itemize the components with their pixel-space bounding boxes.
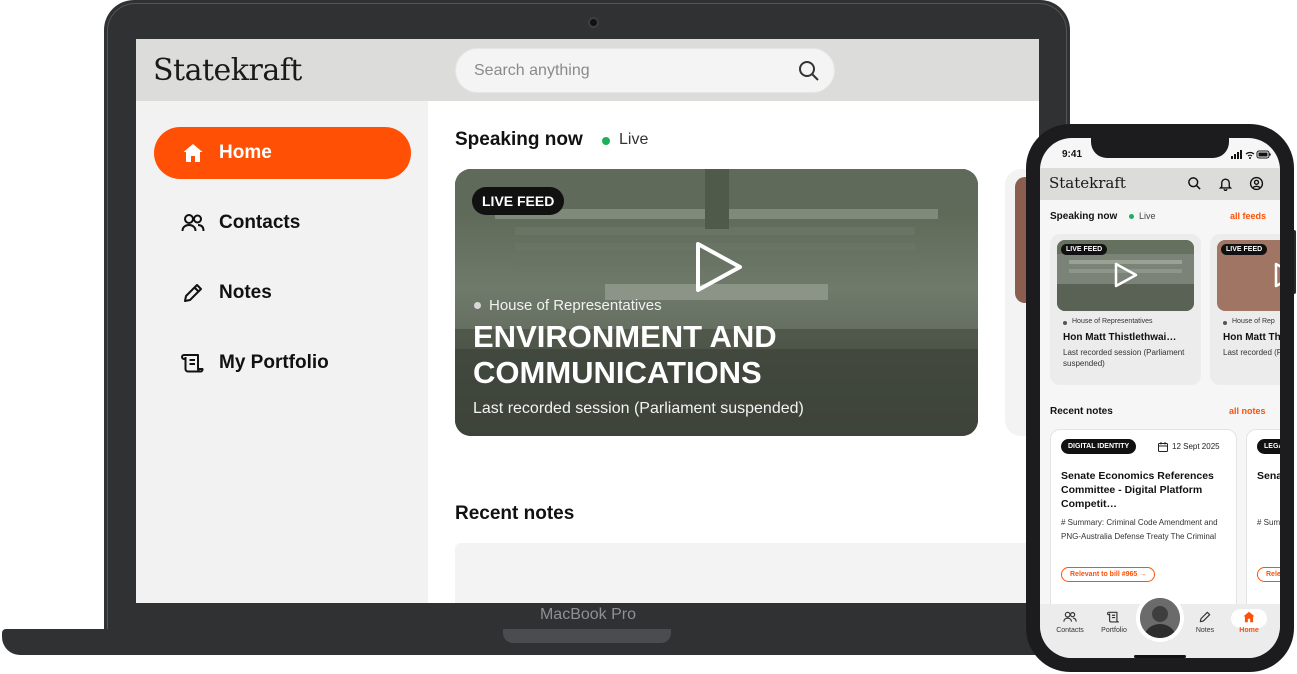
mobile-feed-card[interactable]: LIVE FEED House of Rep Hon Matt Th Last …	[1210, 234, 1280, 385]
live-feed-badge: LIVE FEED	[472, 187, 565, 215]
tab-label: Contacts	[1056, 627, 1084, 634]
tab-contacts[interactable]: Contacts	[1048, 610, 1092, 644]
contacts-icon	[1063, 611, 1077, 622]
mobile-speaking-title: Speaking now	[1050, 211, 1118, 222]
tab-label: Portfolio	[1101, 627, 1127, 634]
sidebar-item-label: Contacts	[219, 212, 301, 233]
house-label: House of Representatives	[489, 297, 662, 314]
sidebar-item-label: Notes	[219, 282, 272, 303]
calendar-icon	[1158, 442, 1168, 452]
avatar-photo	[1140, 598, 1180, 638]
note-card[interactable]: LEGA Sena Comr Legi # Sum Amen Defe Rele	[1246, 429, 1280, 614]
laptop-base-notch	[503, 629, 671, 643]
note-body: # Sum Amen Defe	[1257, 518, 1280, 527]
speaker-name: Hon Matt Thistlethwai…	[1063, 332, 1177, 343]
feed-title: ENVIRONMENT AND COMMUNICATIONS	[473, 319, 777, 390]
note-date: 12 Sept 2025	[1172, 442, 1220, 451]
pencil-icon	[1199, 611, 1211, 623]
bell-icon[interactable]	[1218, 176, 1233, 191]
search-input[interactable]: Search anything	[474, 62, 590, 80]
play-icon[interactable]	[1271, 261, 1280, 289]
house-label: House of Representatives	[1072, 318, 1153, 325]
sidebar-item-label: My Portfolio	[219, 352, 329, 373]
bill-relevance-pill[interactable]: Rele	[1257, 567, 1280, 582]
live-feed-badge: LIVE FEED	[1061, 244, 1108, 255]
contacts-icon	[181, 214, 205, 232]
sidebar-item-label: Home	[219, 142, 272, 163]
note-tag: LEGA	[1257, 439, 1280, 454]
device-label: MacBook Pro	[539, 606, 637, 623]
sidebar-item-portfolio[interactable]: My Portfolio	[154, 337, 411, 389]
mobile-recent-notes-title: Recent notes	[1050, 406, 1113, 417]
home-icon	[1243, 611, 1255, 623]
sidebar-item-notes[interactable]: Notes	[154, 267, 411, 319]
laptop-screen: Statekraft Search anything Home Contacts…	[136, 39, 1039, 603]
house-label: House of Rep	[1232, 318, 1275, 325]
live-feed-badge: LIVE FEED	[1221, 244, 1268, 255]
note-tag: DIGITAL IDENTITY	[1061, 439, 1137, 454]
scroll-icon	[181, 354, 204, 373]
all-feeds-link[interactable]: all feeds	[1230, 211, 1266, 221]
search-bar[interactable]: Search anything	[455, 48, 835, 93]
feed-subtitle: Last recorded session (Parliament suspen…	[473, 400, 804, 417]
status-time: 9:41	[1062, 149, 1083, 160]
bill-relevance-pill[interactable]: Relevant to bill #965 →	[1061, 567, 1156, 582]
app-header: Statekraft Search anything	[136, 39, 1039, 101]
device-mockup: Statekraft Search anything Home Contacts…	[0, 0, 1297, 674]
home-indicator	[1134, 655, 1186, 658]
pencil-icon	[184, 284, 202, 302]
house-dot	[1063, 321, 1067, 325]
note-body: # Summary: Criminal Code Amendment and P…	[1061, 518, 1218, 541]
mobile-logo[interactable]: Statekraft	[1049, 174, 1126, 192]
speaker-thumbnail: LIVE FEED	[1217, 240, 1280, 311]
recent-notes-title: Recent notes	[455, 503, 575, 524]
avatar[interactable]	[1136, 594, 1184, 642]
status-icons	[1231, 150, 1271, 159]
home-icon	[183, 144, 203, 162]
phone-screen: 9:41 Statekraft Speaking now Live all fe…	[1040, 138, 1280, 658]
live-indicator-dot	[602, 137, 610, 145]
play-icon[interactable]	[690, 239, 746, 295]
feed-subtitle: Last recorded (Parliament s	[1223, 348, 1280, 357]
search-icon[interactable]	[1187, 176, 1202, 191]
speaking-now-title: Speaking now	[455, 129, 583, 150]
live-indicator-dot	[1129, 214, 1134, 219]
main-content: Speaking now Live LIVE FEED House of Rep…	[428, 101, 1039, 603]
phone-notch	[1091, 138, 1229, 158]
tab-notes[interactable]: Notes	[1183, 610, 1227, 644]
note-card[interactable]: DIGITAL IDENTITY 12 Sept 2025 Senate Eco…	[1050, 429, 1237, 614]
live-label: Live	[1139, 211, 1156, 221]
mobile-feed-card[interactable]: LIVE FEED House of Representatives Hon M…	[1050, 234, 1201, 385]
feed-subtitle: Last recorded session (Parliament suspen…	[1063, 348, 1185, 368]
sidebar-item-home[interactable]: Home	[154, 127, 411, 179]
tab-home[interactable]: Home	[1227, 610, 1271, 644]
house-dot	[1223, 321, 1227, 325]
note-title: Senate Economics References Committee - …	[1061, 470, 1214, 510]
sidebar: Home Contacts Notes My Portfolio	[136, 101, 428, 603]
camera-icon	[588, 17, 599, 28]
note-title: Sena Comr Legi	[1257, 470, 1280, 482]
live-feed-card[interactable]: LIVE FEED House of Representatives ENVIR…	[455, 169, 978, 436]
all-notes-link[interactable]: all notes	[1229, 406, 1266, 416]
live-label: Live	[619, 131, 649, 148]
tab-label: Notes	[1195, 627, 1215, 634]
sidebar-item-contacts[interactable]: Contacts	[154, 197, 411, 249]
chamber-thumbnail: LIVE FEED	[1057, 240, 1194, 311]
play-icon[interactable]	[1111, 261, 1139, 289]
speaker-name: Hon Matt Th	[1223, 332, 1280, 343]
avatar-image	[1140, 598, 1180, 638]
recent-notes-panel	[455, 543, 1039, 603]
tab-portfolio[interactable]: Portfolio	[1092, 610, 1136, 644]
tab-label: Home	[1239, 627, 1259, 634]
mobile-header: Statekraft	[1040, 168, 1280, 200]
scroll-icon	[1107, 611, 1119, 623]
app-logo[interactable]: Statekraft	[153, 53, 302, 88]
house-dot	[474, 302, 481, 309]
search-icon[interactable]	[797, 59, 821, 83]
profile-icon[interactable]	[1249, 176, 1264, 191]
mobile-tab-bar: Contacts Portfolio Notes Home	[1040, 594, 1280, 658]
